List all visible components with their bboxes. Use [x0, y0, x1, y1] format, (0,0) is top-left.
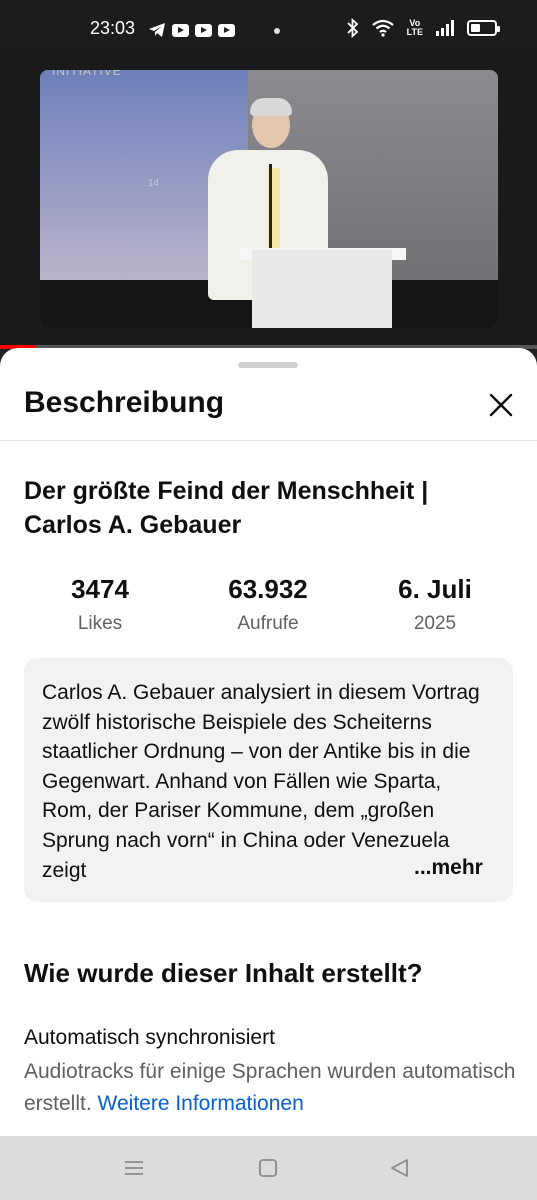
description-box[interactable]: Carlos A. Gebauer analysiert in diesem V…: [24, 658, 513, 902]
system-icons: Vo LTE: [347, 18, 500, 38]
stat-label: Likes: [77, 613, 123, 634]
back-icon[interactable]: [388, 1156, 412, 1180]
section-title: Wie wurde dieser Inhalt erstellt?: [24, 958, 423, 988]
microphone: [269, 164, 272, 252]
auto-sync-title: Automatisch synchronisiert: [24, 1026, 275, 1049]
youtube-icon: [218, 23, 235, 37]
more-button[interactable]: ...mehr: [414, 853, 483, 883]
signal-icon: [436, 20, 454, 36]
divider: [0, 440, 537, 441]
stat-label: Aufrufe: [237, 613, 299, 634]
auto-sync-text: Audiotracks für einige Sprachen wurden a…: [24, 1056, 524, 1120]
home-icon[interactable]: [256, 1156, 280, 1180]
stat-views: 63.932 Aufrufe: [188, 574, 348, 635]
stat-value: 3474: [71, 574, 129, 604]
stat-date: 6. Juli 2025: [355, 574, 515, 635]
speaker-hair: [250, 98, 292, 116]
battery-icon: [467, 20, 500, 36]
youtube-icon: [172, 23, 189, 37]
stat-value: 6. Juli: [398, 574, 472, 604]
bluetooth-icon: [347, 18, 358, 38]
more-info-link[interactable]: Weitere Informationen: [98, 1092, 304, 1115]
volte-indicator: Vo LTE: [406, 18, 423, 37]
status-bar: 23:03 Vo LTE: [0, 0, 537, 48]
stat-value: 63.932: [228, 574, 308, 604]
telegram-icon: [149, 23, 165, 37]
close-button[interactable]: [482, 386, 520, 424]
video-watermark: INITIATIVE: [52, 70, 122, 78]
drag-handle[interactable]: [238, 362, 298, 368]
notification-icons: [148, 22, 235, 38]
stat-likes: 3474 Likes: [20, 574, 180, 635]
slide-number: 14: [148, 178, 160, 189]
menu-icon[interactable]: [122, 1156, 146, 1180]
podium: [252, 250, 392, 328]
youtube-icon: [195, 23, 212, 37]
video-title: Der größte Feind der Menschheit | Carlos…: [24, 477, 429, 539]
video-player[interactable]: 14 INITIATIVE: [0, 48, 537, 349]
wifi-icon: [371, 19, 394, 37]
status-time: 23:03: [90, 18, 136, 38]
stat-label: 2025: [413, 613, 457, 634]
close-icon: [489, 393, 513, 417]
video-frame[interactable]: 14 INITIATIVE: [40, 70, 498, 328]
more-notifications-dot-icon: [274, 28, 280, 34]
description-sheet: Beschreibung Der größte Feind der Mensch…: [0, 348, 537, 1136]
sheet-title: Beschreibung: [24, 386, 225, 419]
system-nav-bar: [0, 1136, 537, 1200]
